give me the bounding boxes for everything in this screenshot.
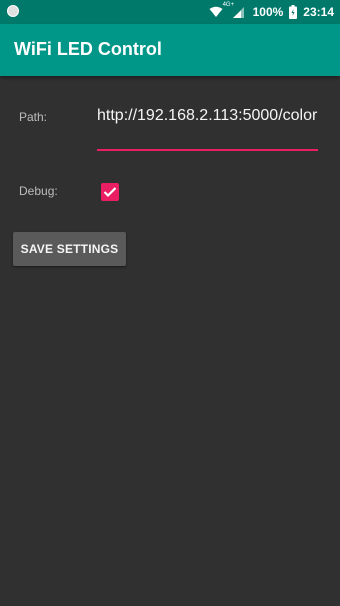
status-bar: 4G+ 100% 23:14	[0, 0, 340, 24]
clock: 23:14	[303, 5, 334, 19]
app-title: WiFi LED Control	[14, 39, 162, 59]
path-input[interactable]: http://192.168.2.113:5000/color	[97, 105, 318, 151]
wifi-icon	[209, 6, 223, 18]
app-bar: WiFi LED Control	[0, 24, 340, 76]
save-settings-button[interactable]: SAVE SETTINGS	[13, 232, 126, 266]
status-bar-right: 4G+ 100% 23:14	[209, 0, 334, 24]
debug-checkbox[interactable]	[101, 183, 119, 201]
battery-percent: 100%	[252, 5, 284, 19]
network-type-label: 4G+	[222, 2, 235, 8]
checkmark-icon	[103, 187, 117, 198]
app-screen: 4G+ 100% 23:14 WiFi LED Control Path: ht…	[0, 0, 340, 606]
notification-dot-icon	[7, 5, 19, 17]
path-label: Path:	[19, 110, 48, 124]
cell-signal-icon: 4G+	[223, 2, 247, 19]
battery-icon	[289, 5, 298, 19]
debug-label: Debug:	[19, 184, 58, 198]
